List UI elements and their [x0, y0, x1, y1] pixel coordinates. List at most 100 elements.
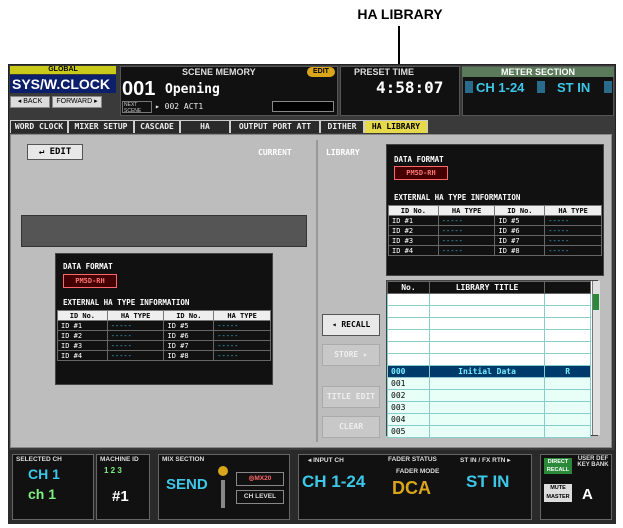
lib-title: [428, 401, 546, 414]
ha-type: -----: [544, 235, 602, 246]
tab-output-port-att[interactable]: OUTPUT PORT ATT: [230, 120, 320, 133]
table-row: ID #4 ----- ID #8 -----: [388, 245, 602, 256]
lib-no: [387, 293, 430, 306]
tab-ha-library[interactable]: HA LIBRARY: [364, 120, 428, 133]
col-type-header: HA TYPE: [437, 205, 496, 216]
table-row: ID #3 ----- ID #7 -----: [388, 235, 602, 246]
edit-button[interactable]: ↵ EDIT: [27, 144, 83, 160]
stin-value[interactable]: ST IN: [466, 472, 509, 492]
scene-memory-label: SCENE MEMORY: [182, 67, 256, 77]
list-item[interactable]: 004: [387, 413, 591, 426]
lib-title: [428, 305, 546, 318]
ha-id: ID #6: [494, 225, 546, 236]
col-flag-header: [544, 281, 591, 294]
lib-title: Initial Data: [428, 365, 546, 378]
list-item-selected[interactable]: 000 Initial Data R: [387, 365, 591, 378]
col-id-header: ID No.: [57, 310, 108, 321]
ha-type: -----: [213, 320, 271, 331]
knob-icon: [218, 466, 228, 476]
lib-title: [428, 341, 546, 354]
meter-right-value[interactable]: ST IN: [557, 80, 590, 95]
ha-id: ID #8: [163, 350, 215, 361]
list-item[interactable]: 002: [387, 389, 591, 402]
edit-badge: EDIT: [307, 67, 335, 77]
ha-id: ID #4: [57, 350, 108, 361]
lib-flag: [544, 425, 591, 438]
input-ch-value[interactable]: CH 1-24: [302, 472, 365, 492]
list-item[interactable]: [387, 293, 591, 306]
list-item[interactable]: [387, 353, 591, 366]
lib-flag: [544, 377, 591, 390]
selected-ch-value: CH 1: [28, 466, 60, 482]
lib-flag: [544, 341, 591, 354]
lib-no: 000: [387, 365, 430, 378]
meter-left-arrow-icon[interactable]: [465, 81, 473, 93]
current-ext-ha-label: EXTERNAL HA TYPE INFORMATION: [63, 298, 190, 307]
library-ha-table: ID No. HA TYPE ID No. HA TYPE ID #1 ----…: [388, 205, 602, 256]
callout-label: HA LIBRARY: [357, 6, 443, 22]
library-list[interactable]: No. LIBRARY TITLE 000 Initial Data R 001 0…: [386, 280, 598, 438]
ha-type: -----: [213, 340, 271, 351]
ha-id: ID #2: [57, 330, 108, 341]
ch-level-label: CH LEVEL: [236, 490, 284, 504]
list-item[interactable]: [387, 317, 591, 330]
ha-type: -----: [213, 330, 271, 341]
title-edit-button[interactable]: TITLE EDIT: [322, 386, 380, 408]
list-item[interactable]: [387, 341, 591, 354]
lib-no: [387, 329, 430, 342]
list-item[interactable]: [387, 329, 591, 342]
meter-right-arrow-icon[interactable]: [604, 81, 612, 93]
fader-mode-label: FADER MODE: [396, 468, 440, 475]
mix-section-value[interactable]: SEND: [166, 476, 208, 493]
mix-section-label: MIX SECTION: [162, 456, 205, 463]
tab-mixer-setup[interactable]: MIXER SETUP: [68, 120, 134, 133]
mute-master-button[interactable]: MUTE MASTER: [544, 484, 572, 502]
fader-icon: [221, 480, 225, 508]
list-item[interactable]: 001: [387, 377, 591, 390]
fader-mode-value[interactable]: DCA: [392, 478, 431, 499]
list-item[interactable]: [387, 305, 591, 318]
lib-flag: [544, 293, 591, 306]
ha-type: -----: [213, 350, 271, 361]
ha-id: ID #3: [388, 235, 439, 246]
back-button[interactable]: ◂ BACK: [10, 96, 50, 108]
scene-number: 001: [122, 78, 156, 100]
clear-button[interactable]: CLEAR: [322, 416, 380, 438]
lib-no: [387, 317, 430, 330]
library-data-format-label: DATA FORMAT: [394, 155, 444, 164]
meter-mid-arrow-icon[interactable]: [537, 81, 545, 93]
lib-flag: [544, 353, 591, 366]
meter-left-value[interactable]: CH 1-24: [476, 80, 524, 95]
current-data-format-label: DATA FORMAT: [63, 262, 113, 271]
preset-time-value: 4:58:07: [376, 78, 444, 97]
list-item[interactable]: 005: [387, 425, 591, 438]
col-type-header: HA TYPE: [544, 205, 602, 216]
col-type-header: HA TYPE: [106, 310, 165, 321]
ha-id: ID #6: [163, 330, 215, 341]
forward-button[interactable]: FORWARD ▸: [52, 96, 102, 108]
recall-button[interactable]: ◂ RECALL: [322, 314, 380, 336]
mix-target: ◎MX20: [236, 472, 284, 486]
global-function-display[interactable]: SYS/W.CLOCK: [10, 75, 116, 93]
list-item[interactable]: 003: [387, 401, 591, 414]
tab-word-clock[interactable]: WORD CLOCK: [10, 120, 68, 133]
machine-id-digits: 1 2 3: [104, 466, 122, 475]
ha-id: ID #5: [163, 320, 215, 331]
store-button[interactable]: STORE ▸: [322, 344, 380, 366]
tab-ha[interactable]: HA: [180, 120, 230, 133]
tab-dither[interactable]: DITHER: [320, 120, 364, 133]
direct-recall-button[interactable]: DIRECT RECALL: [544, 458, 572, 474]
stin-fxrtn-label: ST IN / FX RTN ▸: [460, 457, 511, 464]
user-def-bank-value[interactable]: A: [582, 486, 593, 503]
lib-no: 004: [387, 413, 430, 426]
tab-cascade[interactable]: CASCADE: [134, 120, 180, 133]
library-table: No. LIBRARY TITLE 000 Initial Data R 001 0…: [387, 281, 591, 438]
ha-type: -----: [437, 215, 496, 226]
machine-id-panel: [96, 454, 150, 520]
col-type-header: HA TYPE: [213, 310, 271, 321]
lib-flag: [544, 401, 591, 414]
global-label: GLOBAL: [10, 66, 116, 74]
lib-flag: [544, 389, 591, 402]
scrollbar-thumb[interactable]: [593, 294, 599, 310]
lib-title: [428, 353, 546, 366]
